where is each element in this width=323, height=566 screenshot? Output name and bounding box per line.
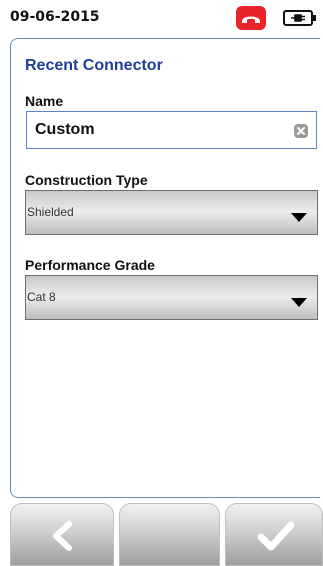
- performance-grade-label: Performance Grade: [25, 257, 155, 273]
- construction-type-value: Shielded: [27, 205, 74, 219]
- construction-type-label: Construction Type: [25, 172, 148, 188]
- status-bar: 09-06-2015: [0, 0, 323, 36]
- chevron-left-icon: [53, 521, 72, 551]
- blank-button[interactable]: [119, 503, 220, 566]
- chevron-down-icon: [291, 209, 307, 227]
- connector-panel: Recent Connector Name Custom Constructio…: [10, 38, 320, 498]
- confirm-button[interactable]: [225, 503, 323, 566]
- clear-icon[interactable]: [294, 124, 308, 143]
- construction-type-dropdown[interactable]: Shielded: [25, 190, 318, 235]
- performance-grade-dropdown[interactable]: Cat 8: [25, 275, 318, 320]
- back-button[interactable]: [10, 503, 114, 566]
- panel-title: Recent Connector: [25, 57, 163, 74]
- performance-grade-value: Cat 8: [27, 290, 56, 304]
- name-field[interactable]: Custom: [26, 111, 317, 149]
- date-label: 09-06-2015: [10, 9, 100, 25]
- phone-hangup-icon: [236, 6, 266, 30]
- name-label: Name: [25, 93, 64, 109]
- chevron-down-icon: [291, 294, 307, 312]
- battery-plug-icon: [283, 9, 317, 32]
- name-value: Custom: [35, 121, 95, 138]
- checkmark-icon: [257, 521, 295, 551]
